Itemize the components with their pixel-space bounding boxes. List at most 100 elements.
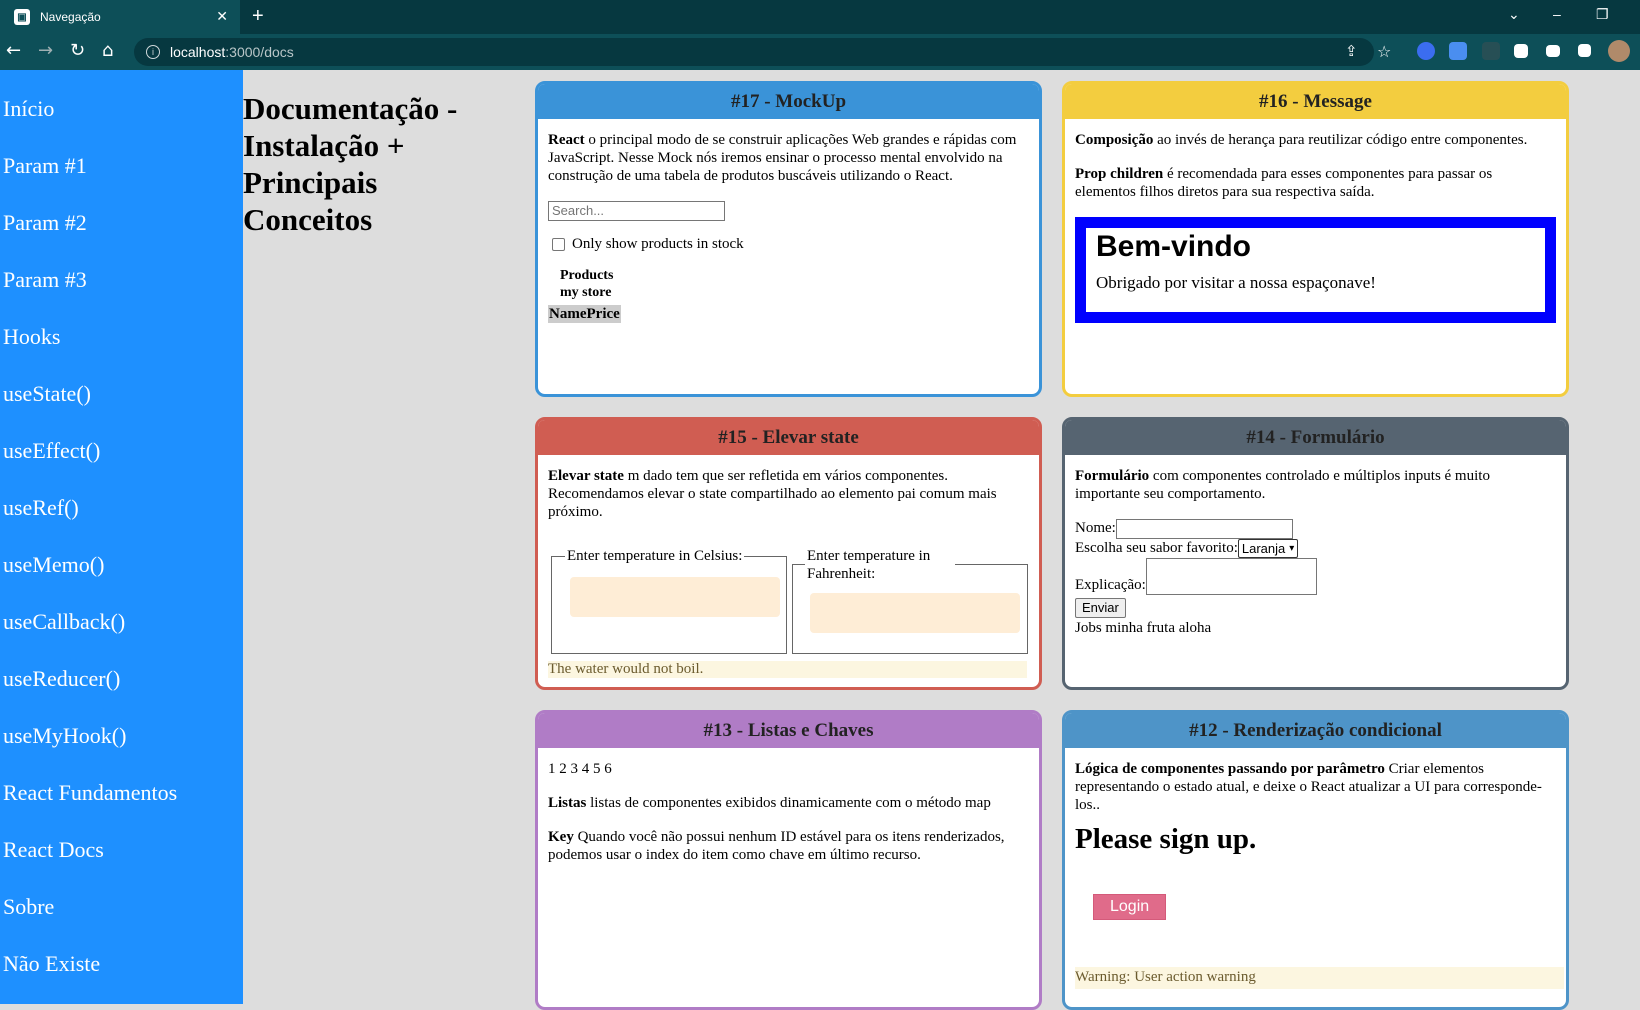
card-body: Lógica de componentes passando por parâm… <box>1065 748 1566 1007</box>
card-header: #15 - Elevar state <box>538 420 1039 455</box>
name-label: Nome: <box>1075 520 1116 536</box>
paragraph-keyword: Listas <box>548 795 587 811</box>
address-bar: ← → ↻ ⌂ i localhost:3000/docs ⇪ ☆ <box>0 34 1640 70</box>
restore-icon[interactable]: ❐ <box>1596 6 1609 23</box>
url-host: localhost <box>170 44 226 60</box>
forward-icon[interactable]: → <box>38 40 53 61</box>
close-tab-icon[interactable]: ✕ <box>216 8 228 25</box>
paragraph-keyword: Key <box>548 829 574 845</box>
sidebar-item-useeffect[interactable]: useEffect() <box>3 438 100 464</box>
card-body: React o principal modo de se construir a… <box>538 119 1039 333</box>
column-header-name: Name <box>549 306 587 322</box>
sign-up-heading: Please sign up. <box>1075 823 1257 855</box>
sidebar-item-usestate[interactable]: useState() <box>3 381 91 407</box>
card-paragraph: Prop children é recomendada para esses c… <box>1075 165 1556 201</box>
paragraph-keyword: Prop children <box>1075 166 1164 182</box>
browser-tab[interactable]: ▣ Navegação ✕ <box>0 0 240 34</box>
flavor-select[interactable]: Laranja ▾ <box>1237 539 1299 558</box>
sidebar-item-param3[interactable]: Param #3 <box>3 267 87 293</box>
paragraph-text: ao invés de herança para reutilizar códi… <box>1153 132 1528 148</box>
paragraph-text: Quando você não possui nenhum ID estável… <box>548 829 1005 863</box>
extension-icon[interactable] <box>1417 42 1435 60</box>
card-mockup: #17 - MockUp React o principal modo de s… <box>535 81 1042 397</box>
welcome-title: Bem-vindo <box>1096 230 1252 263</box>
card-body: 1 2 3 4 5 6 Listas listas de componentes… <box>538 748 1039 890</box>
celsius-input[interactable] <box>570 577 780 617</box>
card-header: #16 - Message <box>1065 84 1566 119</box>
sidebar-item-inicio[interactable]: Início <box>3 96 54 122</box>
reading-list-icon[interactable] <box>1546 45 1560 57</box>
sidebar: Início Param #1 Param #2 Param #3 Hooks … <box>0 70 243 1004</box>
puzzle-icon[interactable] <box>1514 44 1528 58</box>
explain-textarea[interactable] <box>1145 558 1317 595</box>
in-stock-checkbox[interactable] <box>552 237 565 251</box>
page-title: Documentação - Instalação + Principais C… <box>243 91 458 237</box>
description-keyword: React <box>548 132 585 148</box>
card-description: Formulário com componentes controlado e … <box>1075 467 1556 503</box>
description-text: o principal modo de se construir aplicaç… <box>548 132 1017 184</box>
sidebar-item-react-fundamentos[interactable]: React Fundamentos <box>3 780 177 806</box>
new-tab-icon[interactable]: + <box>252 5 264 28</box>
card-renderizacao-condicional: #12 - Renderização condicional Lógica de… <box>1062 710 1569 1010</box>
sidebar-item-usemyhook[interactable]: useMyHook() <box>3 723 126 749</box>
site-info-icon[interactable]: i <box>146 45 160 59</box>
card-body: Formulário com componentes controlado e … <box>1065 455 1566 648</box>
fahrenheit-legend: Enter temperature in Fahrenheit: <box>805 547 955 583</box>
sidebar-item-react-docs[interactable]: React Docs <box>3 837 104 863</box>
login-button[interactable]: Login <box>1093 894 1167 920</box>
description-keyword: Formulário <box>1075 468 1150 484</box>
card-header: #14 - Formulário <box>1065 420 1566 455</box>
welcome-text: Obrigado por visitar a nossa espaçonave! <box>1096 273 1376 292</box>
url-field[interactable]: i localhost:3000/docs <box>134 38 1374 66</box>
name-input[interactable] <box>1115 519 1293 539</box>
avatar[interactable] <box>1608 40 1630 62</box>
description-keyword: Lógica de componentes passando por parâm… <box>1075 761 1385 777</box>
chevron-down-icon[interactable]: ⌄ <box>1508 6 1520 23</box>
sidebar-item-param2[interactable]: Param #2 <box>3 210 87 236</box>
sidebar-item-usecallback[interactable]: useCallback() <box>3 609 125 635</box>
in-stock-label: Only show products in stock <box>572 236 744 252</box>
card-description: React o principal modo de se construir a… <box>548 131 1029 185</box>
share-icon[interactable]: ⇪ <box>1345 42 1358 60</box>
back-icon[interactable]: ← <box>6 40 21 61</box>
flavor-label: Escolha seu sabor favorito: <box>1075 540 1238 556</box>
sidebar-item-nao-existe[interactable]: Não Existe <box>3 951 100 977</box>
side-panel-icon[interactable] <box>1578 44 1591 57</box>
card-paragraph: Listas listas de componentes exibidos di… <box>548 794 1029 812</box>
sidebar-item-usereducer[interactable]: useReducer() <box>3 666 120 692</box>
card-description: Elevar state m dado tem que ser refletid… <box>548 467 1029 521</box>
translate-icon[interactable] <box>1449 42 1467 60</box>
submit-button[interactable]: Enviar <box>1075 598 1126 618</box>
explain-label: Explicação: <box>1075 577 1146 593</box>
sidebar-item-usememo[interactable]: useMemo() <box>3 552 104 578</box>
table-header-row: Name Price <box>548 305 621 323</box>
number-list: 1 2 3 4 5 6 <box>548 761 612 777</box>
card-header: #12 - Renderização condicional <box>1065 713 1566 748</box>
favicon-icon: ▣ <box>14 9 30 25</box>
sidebar-item-param1[interactable]: Param #1 <box>3 153 87 179</box>
url-path: :3000/docs <box>225 44 294 60</box>
welcome-dialog: Bem-vindo Obrigado por visitar a nossa e… <box>1075 217 1556 323</box>
home-icon[interactable]: ⌂ <box>102 40 113 61</box>
card-elevar-state: #15 - Elevar state Elevar state m dado t… <box>535 417 1042 690</box>
table-caption: Products my store <box>560 267 1029 301</box>
name-row: Nome: <box>1075 519 1556 539</box>
bookmark-star-icon[interactable]: ☆ <box>1377 42 1391 61</box>
celsius-legend: Enter temperature in Celsius: <box>565 547 745 565</box>
explain-row: Explicação: <box>1075 558 1556 595</box>
extension-icon[interactable] <box>1482 42 1500 60</box>
column-header-price: Price <box>586 306 620 322</box>
minimize-icon[interactable]: – <box>1553 6 1561 22</box>
card-paragraph: Key Quando você não possui nenhum ID est… <box>548 828 1029 864</box>
form-output: Jobs minha fruta aloha <box>1075 620 1212 636</box>
warning-banner: Warning: User action warning <box>1075 967 1564 989</box>
boiling-verdict: The water would not boil. <box>548 661 1027 678</box>
reload-icon[interactable]: ↻ <box>70 40 85 61</box>
sidebar-item-useref[interactable]: useRef() <box>3 495 79 521</box>
sidebar-item-hooks[interactable]: Hooks <box>3 324 60 350</box>
sidebar-item-sobre[interactable]: Sobre <box>3 894 54 920</box>
in-stock-filter: Only show products in stock <box>552 235 1029 253</box>
search-input[interactable]: Search... <box>548 201 725 221</box>
fahrenheit-input[interactable] <box>810 593 1020 633</box>
card-formulario: #14 - Formulário Formulário com componen… <box>1062 417 1569 690</box>
